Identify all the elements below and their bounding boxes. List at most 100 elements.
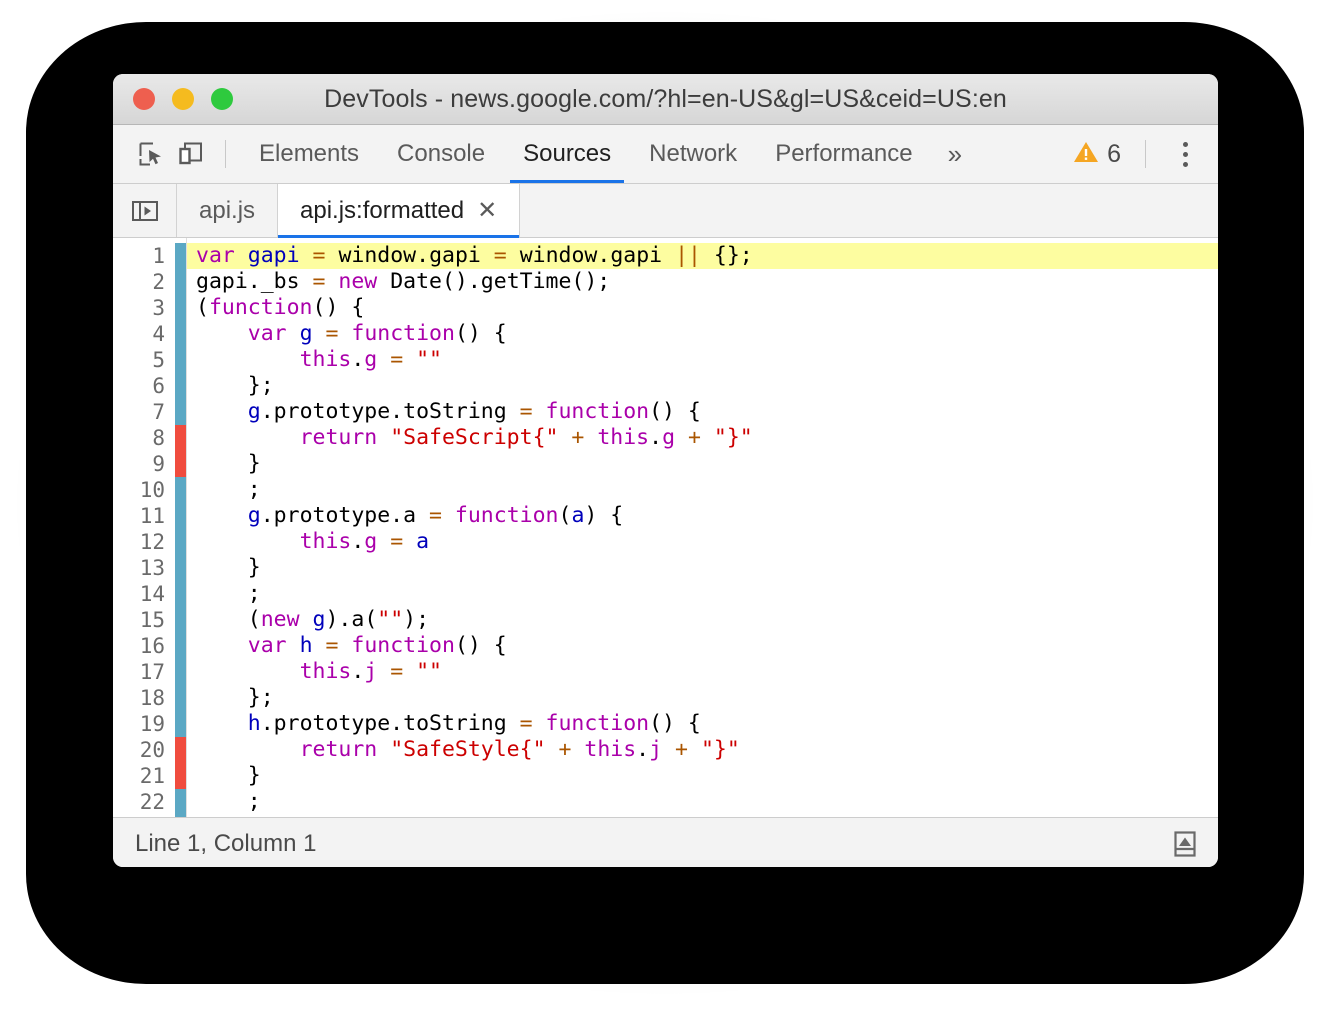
- line-number: 22: [139, 790, 165, 814]
- code-line[interactable]: g.prototype.a = function(a) {: [187, 503, 1218, 529]
- zoom-window-button[interactable]: [211, 88, 233, 110]
- file-tab-api-js-formatted[interactable]: api.js:formatted ✕: [278, 184, 521, 238]
- code-line[interactable]: h.prototype.a = function(a) {: [187, 815, 1218, 817]
- code-token: g: [662, 425, 676, 450]
- menu-dot: [1182, 151, 1188, 157]
- code-line[interactable]: gapi._bs = new Date().getTime();: [187, 269, 1218, 295]
- device-toolbar-icon[interactable]: [171, 134, 211, 174]
- warning-triangle-icon: [1073, 140, 1099, 169]
- code-token: (: [196, 607, 261, 632]
- window-title: DevTools - news.google.com/?hl=en-US&gl=…: [324, 84, 1007, 113]
- close-icon[interactable]: ✕: [477, 198, 497, 223]
- cursor-position-label: Line 1, Column 1: [135, 829, 317, 857]
- code-token: h: [247, 711, 261, 736]
- code-token: h: [299, 633, 313, 658]
- code-token: () {: [454, 321, 507, 346]
- tab-sources[interactable]: Sources: [504, 125, 630, 183]
- code-line[interactable]: return "SafeScript{" + this.g + "}": [187, 425, 1218, 451]
- code-line[interactable]: return "SafeStyle{" + this.j + "}": [187, 737, 1218, 763]
- code-content[interactable]: var gapi = window.gapi = window.gapi || …: [187, 238, 1218, 817]
- code-token: (: [558, 503, 572, 528]
- close-window-button[interactable]: [133, 88, 155, 110]
- code-line[interactable]: ;: [187, 789, 1218, 815]
- line-number: 16: [139, 634, 165, 658]
- tab-elements[interactable]: Elements: [240, 125, 378, 183]
- code-token: function: [351, 321, 455, 346]
- code-line[interactable]: }: [187, 451, 1218, 477]
- more-panels-button[interactable]: »: [932, 125, 978, 183]
- pretty-print-icon[interactable]: [1166, 825, 1204, 863]
- code-token: ;: [196, 477, 261, 502]
- code-line[interactable]: var h = function() {: [187, 633, 1218, 659]
- devtools-main-toolbar: Elements Console Sources Network Perform…: [113, 125, 1218, 184]
- code-line[interactable]: };: [187, 373, 1218, 399]
- coverage-marker-unused: [175, 763, 186, 789]
- code-line[interactable]: h.prototype.toString = function() {: [187, 711, 1218, 737]
- code-line[interactable]: }: [187, 555, 1218, 581]
- code-token: .: [351, 659, 365, 684]
- code-token: g: [247, 503, 261, 528]
- code-token: this: [299, 659, 352, 684]
- line-number: 2: [152, 270, 165, 294]
- tab-performance[interactable]: Performance: [756, 125, 931, 183]
- devtools-window: DevTools - news.google.com/?hl=en-US&gl=…: [113, 74, 1218, 867]
- tab-console[interactable]: Console: [378, 125, 504, 183]
- code-token: .: [597, 243, 611, 268]
- show-navigator-icon[interactable]: [113, 184, 177, 237]
- tab-console-label: Console: [397, 140, 486, 167]
- source-code-editor[interactable]: 1234567891011121314151617181920212223 va…: [113, 238, 1218, 817]
- code-token: window: [338, 243, 417, 268]
- status-badge[interactable]: 6: [1063, 140, 1131, 169]
- line-number: 7: [152, 400, 165, 424]
- tab-network-label: Network: [649, 140, 738, 167]
- code-line[interactable]: this.g = "": [187, 347, 1218, 373]
- code-line[interactable]: var gapi = window.gapi = window.gapi || …: [187, 243, 1218, 269]
- code-line[interactable]: (function() {: [187, 295, 1218, 321]
- code-token: ).a(: [325, 607, 378, 632]
- code-token: a: [571, 503, 585, 528]
- more-vertical-icon[interactable]: [1166, 134, 1204, 174]
- code-line[interactable]: ;: [187, 581, 1218, 607]
- code-line[interactable]: }: [187, 763, 1218, 789]
- code-token: "": [416, 659, 442, 684]
- minimize-window-button[interactable]: [172, 88, 194, 110]
- coverage-marker-used: [175, 581, 186, 607]
- code-line[interactable]: this.j = "": [187, 659, 1218, 685]
- code-token: "}": [700, 737, 740, 762]
- code-token: function: [454, 503, 559, 528]
- code-token: (: [196, 295, 209, 320]
- code-line[interactable]: var g = function() {: [187, 321, 1218, 347]
- code-token: };: [196, 373, 274, 398]
- code-line[interactable]: ;: [187, 477, 1218, 503]
- code-token: .prototype.a: [260, 503, 430, 528]
- inspect-element-icon[interactable]: [131, 134, 171, 174]
- code-token: );: [403, 607, 430, 632]
- line-number: 3: [152, 296, 165, 320]
- coverage-marker-unused: [175, 737, 186, 763]
- tab-network[interactable]: Network: [630, 125, 756, 183]
- toolbar-divider-right: [1145, 140, 1146, 168]
- code-line[interactable]: (new g).a("");: [187, 607, 1218, 633]
- code-line[interactable]: this.g = a: [187, 529, 1218, 555]
- code-line[interactable]: g.prototype.toString = function() {: [187, 399, 1218, 425]
- line-number: 9: [152, 452, 165, 476]
- code-token: ;: [196, 789, 261, 814]
- code-token: "SafeStyle{": [390, 737, 546, 762]
- code-token: Date().getTime();: [377, 269, 611, 294]
- code-token: +: [687, 425, 701, 450]
- file-tab-api-js[interactable]: api.js: [177, 184, 279, 237]
- code-token: new: [260, 607, 300, 632]
- code-line[interactable]: };: [187, 685, 1218, 711]
